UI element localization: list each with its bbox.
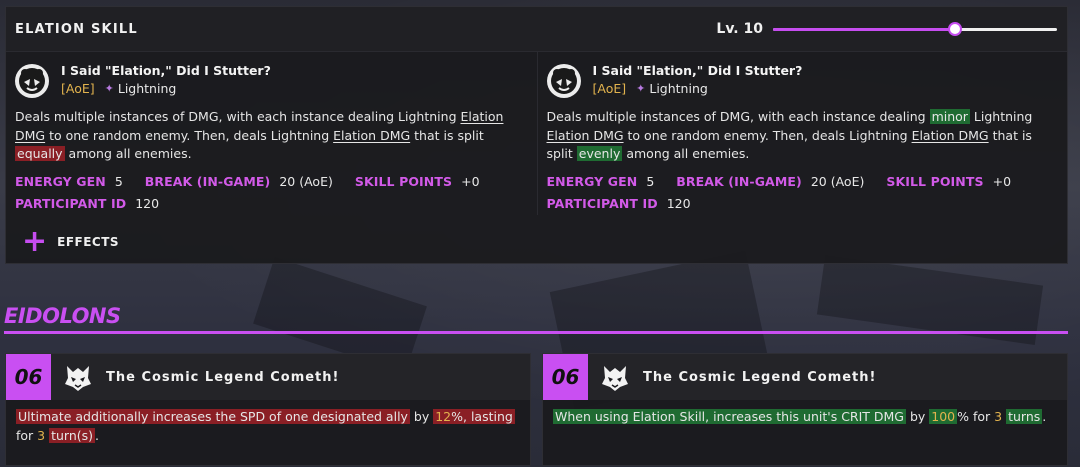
energy-gen-value: 5 bbox=[114, 173, 123, 189]
slider-fill bbox=[773, 28, 955, 31]
value-number: 12 bbox=[435, 409, 452, 424]
keyword-link[interactable]: Elation DMG bbox=[333, 128, 410, 143]
skill-stats: ENERGY GEN 5 BREAK (IN-GAME) 20 (AoE) SK… bbox=[15, 171, 528, 215]
elation-skill-panel: ELATION SKILL Lv. 10 I Said "Elation," D… bbox=[5, 6, 1068, 264]
plus-icon: + bbox=[22, 224, 48, 259]
value-number: 3 bbox=[994, 409, 1003, 424]
eidolon-card-current: 06 The Cosmic Legend Cometh! Ultimate ad… bbox=[5, 353, 531, 466]
eidolons-section-title: EIDOLONS bbox=[4, 304, 121, 328]
level-control: Lv. 10 bbox=[716, 21, 1057, 37]
effects-toggle[interactable]: + EFFECTS bbox=[22, 224, 120, 259]
keyword-link[interactable]: Elation DMG bbox=[912, 128, 989, 143]
participant-id-value: 120 bbox=[135, 195, 160, 211]
eidolon-description: Ultimate additionally increases the SPD … bbox=[16, 409, 515, 443]
bear-mascot-icon bbox=[15, 64, 49, 98]
bear-mascot-icon bbox=[546, 64, 581, 98]
target-type: [AoE] bbox=[61, 81, 95, 96]
level-slider[interactable] bbox=[773, 22, 1057, 36]
eidolon-description: When using Elation Skill, increases this… bbox=[553, 409, 1047, 424]
diff-highlight-removed: 12%, lasting bbox=[433, 409, 515, 424]
keyword-link[interactable]: Elation DMG bbox=[547, 128, 624, 143]
eidolon-number: 06 bbox=[6, 354, 51, 400]
value-number: 100 bbox=[931, 409, 956, 424]
skill-section-title: ELATION SKILL bbox=[15, 21, 138, 37]
skill-description: Deals multiple instances of DMG, with ea… bbox=[15, 109, 504, 161]
eidolon-number: 06 bbox=[543, 354, 588, 400]
slider-thumb[interactable] bbox=[947, 22, 962, 36]
skill-points-label: SKILL POINTS bbox=[886, 173, 984, 189]
diff-highlight-removed: Ultimate additionally increases the SPD … bbox=[16, 409, 410, 424]
lightning-icon: ✦ bbox=[636, 82, 646, 95]
energy-gen-value: 5 bbox=[646, 173, 655, 189]
skill-name: I Said "Elation," Did I Stutter? bbox=[592, 63, 803, 78]
skill-column-current: I Said "Elation," Did I Stutter? [AoE] ✦… bbox=[6, 52, 537, 215]
section-divider bbox=[4, 331, 1068, 334]
energy-gen-label: ENERGY GEN bbox=[546, 173, 638, 189]
diff-highlight-removed: turn(s) bbox=[49, 427, 96, 443]
participant-id-label: PARTICIPANT ID bbox=[546, 195, 658, 211]
diff-highlight-added: minor bbox=[929, 109, 970, 124]
diff-highlight-removed: equally bbox=[15, 146, 65, 161]
lightning-icon: ✦ bbox=[104, 82, 114, 95]
wolf-emblem-icon bbox=[61, 360, 95, 394]
skill-header: ELATION SKILL Lv. 10 bbox=[6, 7, 1067, 52]
skill-points-value: +0 bbox=[992, 173, 1012, 189]
skill-column-compare: I Said "Elation," Did I Stutter? [AoE] ✦… bbox=[536, 52, 1068, 215]
diff-highlight-added: 100 bbox=[929, 409, 958, 424]
break-value: 20 (AoE) bbox=[810, 173, 865, 189]
skill-stats: ENERGY GEN 5 BREAK (IN-GAME) 20 (AoE) SK… bbox=[547, 171, 1059, 215]
diff-highlight-added: evenly bbox=[576, 146, 623, 161]
value-number: 3 bbox=[37, 427, 46, 443]
element-label: Lightning bbox=[649, 81, 708, 96]
break-label: BREAK (IN-GAME) bbox=[676, 173, 802, 189]
participant-id-value: 120 bbox=[666, 195, 691, 211]
energy-gen-label: ENERGY GEN bbox=[15, 173, 106, 189]
diff-highlight-added: When using Elation Skill, increases this… bbox=[553, 409, 906, 424]
break-label: BREAK (IN-GAME) bbox=[144, 173, 271, 189]
skill-name: I Said "Elation," Did I Stutter? bbox=[61, 63, 271, 78]
eidolon-card-compare: 06 The Cosmic Legend Cometh! When using … bbox=[542, 353, 1068, 466]
break-value: 20 (AoE) bbox=[279, 173, 333, 189]
element-label: Lightning bbox=[117, 81, 177, 96]
skill-points-value: +0 bbox=[461, 173, 480, 189]
level-label: Lv. 10 bbox=[716, 21, 763, 37]
diff-highlight-added: turns bbox=[1006, 409, 1043, 424]
wolf-emblem-icon bbox=[598, 360, 632, 394]
eidolon-name: The Cosmic Legend Cometh! bbox=[106, 369, 340, 385]
effects-label: EFFECTS bbox=[57, 235, 120, 249]
skill-description: Deals multiple instances of DMG, with ea… bbox=[546, 109, 1033, 161]
eidolon-name: The Cosmic Legend Cometh! bbox=[643, 369, 877, 385]
participant-id-label: PARTICIPANT ID bbox=[15, 195, 127, 211]
target-type: [AoE] bbox=[592, 81, 627, 96]
skill-points-label: SKILL POINTS bbox=[354, 173, 453, 189]
